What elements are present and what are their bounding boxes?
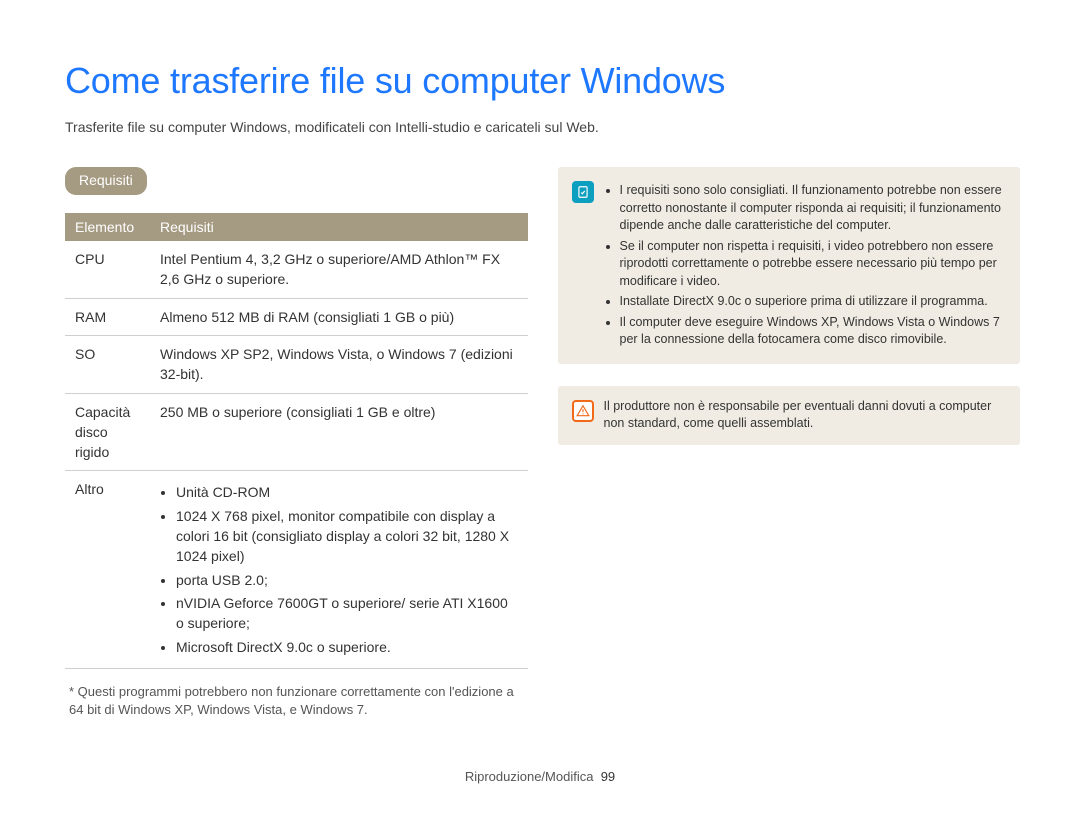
- list-item: Unità CD-ROM: [176, 482, 518, 502]
- list-item: porta USB 2.0;: [176, 570, 518, 590]
- right-column: I requisiti sono solo consigliati. Il fu…: [558, 167, 1021, 467]
- table-row: CPU Intel Pentium 4, 3,2 GHz o superiore…: [65, 241, 528, 298]
- cell-label: CPU: [65, 241, 150, 298]
- left-column: Requisiti Elemento Requisiti CPU Intel P…: [65, 167, 528, 719]
- cell-value: 250 MB o superiore (consigliati 1 GB e o…: [150, 393, 528, 471]
- page-subtitle: Trasferite file su computer Windows, mod…: [65, 117, 1020, 137]
- footer-page-number: 99: [601, 769, 615, 784]
- list-item: Microsoft DirectX 9.0c o superiore.: [176, 637, 518, 657]
- cell-label: Capacità disco rigido: [65, 393, 150, 471]
- list-item: I requisiti sono solo consigliati. Il fu…: [620, 182, 1007, 235]
- table-row: Capacità disco rigido 250 MB o superiore…: [65, 393, 528, 471]
- footer-section: Riproduzione/Modifica: [465, 769, 594, 784]
- requirements-table: Elemento Requisiti CPU Intel Pentium 4, …: [65, 213, 528, 669]
- cell-value: Windows XP SP2, Windows Vista, o Windows…: [150, 335, 528, 393]
- table-head-elemento: Elemento: [65, 213, 150, 241]
- info-note: I requisiti sono solo consigliati. Il fu…: [558, 167, 1021, 364]
- table-row: RAM Almeno 512 MB di RAM (consigliati 1 …: [65, 298, 528, 335]
- footnote: * Questi programmi potrebbero non funzio…: [65, 683, 528, 719]
- table-row: SO Windows XP SP2, Windows Vista, o Wind…: [65, 335, 528, 393]
- cell-value: Unità CD-ROM 1024 X 768 pixel, monitor c…: [150, 471, 528, 668]
- warning-icon: [572, 400, 594, 422]
- info-icon: [572, 181, 594, 203]
- warning-note: Il produttore non è responsabile per eve…: [558, 386, 1021, 445]
- table-head-requisiti: Requisiti: [150, 213, 528, 241]
- cell-label: SO: [65, 335, 150, 393]
- cell-label: RAM: [65, 298, 150, 335]
- page-title: Come trasferire file su computer Windows: [65, 55, 1020, 107]
- requisiti-heading: Requisiti: [65, 167, 147, 194]
- cell-value: Intel Pentium 4, 3,2 GHz o superiore/AMD…: [150, 241, 528, 298]
- warning-text: Il produttore non è responsabile per eve…: [604, 398, 1007, 433]
- list-item: Se il computer non rispetta i requisiti,…: [620, 238, 1007, 291]
- list-item: 1024 X 768 pixel, monitor compatibile co…: [176, 506, 518, 567]
- list-item: Il computer deve eseguire Windows XP, Wi…: [620, 314, 1007, 349]
- page-footer: Riproduzione/Modifica 99: [0, 768, 1080, 787]
- cell-value: Almeno 512 MB di RAM (consigliati 1 GB o…: [150, 298, 528, 335]
- table-row: Altro Unità CD-ROM 1024 X 768 pixel, mon…: [65, 471, 528, 668]
- list-item: nVIDIA Geforce 7600GT o superiore/ serie…: [176, 593, 518, 634]
- list-item: Installate DirectX 9.0c o superiore prim…: [620, 293, 1007, 311]
- cell-label: Altro: [65, 471, 150, 668]
